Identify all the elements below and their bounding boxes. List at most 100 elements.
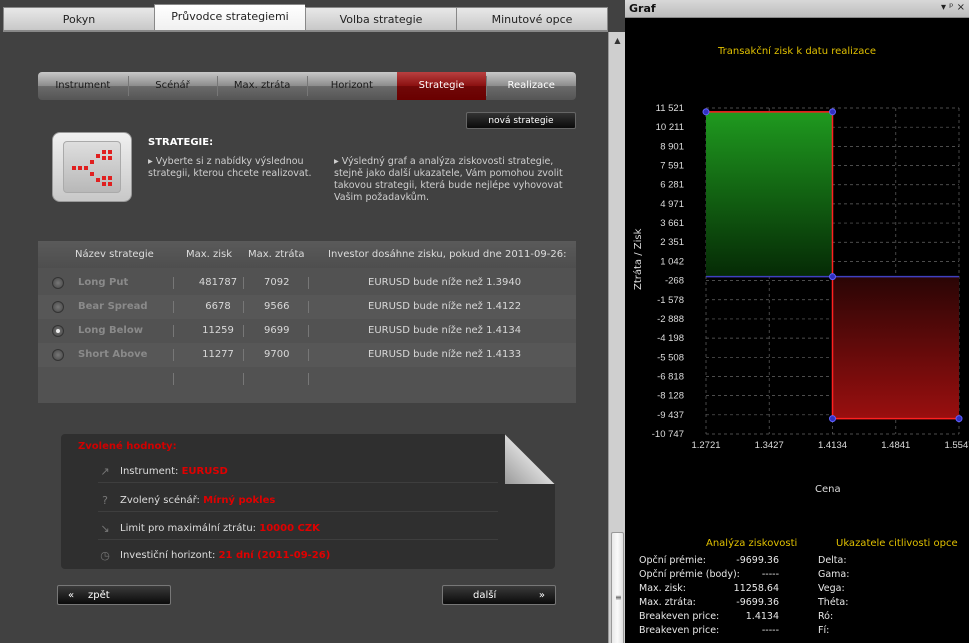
vertical-scrollbar[interactable]: ▲ ≡ [608, 32, 625, 643]
y-tick-label: -1 578 [657, 295, 684, 306]
column-separator [173, 349, 174, 361]
step-scenar[interactable]: Scénář [128, 72, 219, 100]
analysis-label: Breakeven price: [639, 625, 720, 636]
loss-area [832, 276, 959, 419]
selected-scenario: ? Zvolený scénář: Mírný pokles [98, 490, 498, 512]
cell-max-loss: 9699 [264, 325, 290, 336]
analysis-row: Max. zisk: 11258.64 Vega: [639, 583, 959, 597]
tab-minutove-opce[interactable]: Minutové opce [456, 7, 608, 31]
column-separator [308, 277, 309, 289]
sensitivity-label: Vega: [818, 583, 845, 594]
analysis-row: Opční prémie: -9699.36 Delta: [639, 555, 959, 569]
scroll-thumb[interactable]: ≡ [611, 532, 624, 643]
info2-text: Výsledný graf a analýza ziskovosti strat… [334, 156, 563, 203]
window-controls-icon[interactable]: ▾ ᵖ × [941, 2, 965, 13]
step-horizont[interactable]: Horizont [307, 72, 398, 100]
y-tick-label: -268 [665, 276, 684, 287]
gain-area [706, 111, 833, 277]
strategy-info-2: ▸ Výsledný graf a analýza ziskovosti str… [334, 156, 563, 203]
y-tick-label: -4 198 [657, 333, 684, 344]
scenario-label: Zvolený scénář: [120, 495, 200, 506]
next-button[interactable]: další » [442, 585, 556, 605]
cell-max-gain: 11277 [202, 349, 234, 360]
x-tick-label: 1.2721 [691, 440, 720, 451]
cell-condition: EURUSD bude níže než 1.4134 [368, 325, 522, 336]
y-tick-label: 11 521 [656, 103, 684, 114]
sensitivity-label: Ró: [818, 611, 834, 622]
y-tick-label: 6 281 [660, 180, 684, 191]
analysis-title: Analýza ziskovosti [706, 538, 798, 549]
scenario-value: Mírný pokles [203, 495, 276, 506]
x-tick-label: 1.4841 [881, 440, 910, 451]
strategy-radio[interactable] [52, 277, 64, 289]
cell-condition: EURUSD bude níže než 1.4122 [368, 301, 522, 312]
data-point [829, 108, 836, 116]
new-strategy-button[interactable]: nová strategie [466, 112, 576, 129]
cell-max-loss: 7092 [264, 277, 290, 288]
chart-panel: Graf ▾ ᵖ × Transakční zisk k datu realiz… [625, 0, 969, 643]
step-max-ztrata[interactable]: Max. ztráta [217, 72, 308, 100]
analysis-row: Breakeven price: 1.4134 Ró: [639, 611, 959, 625]
clock-icon: ◷ [100, 549, 110, 562]
col-condition: Investor dosáhne zisku, pokud dne 2011-0… [328, 249, 567, 260]
table-row-empty [38, 367, 576, 391]
y-tick-label: -10 747 [652, 429, 684, 440]
cell-max-gain: 6678 [205, 301, 231, 312]
table-row[interactable]: Long Put 481787 7092 EURUSD bude níže než 1… [38, 271, 576, 295]
column-separator [243, 325, 244, 337]
page-curl [505, 434, 555, 484]
cell-max-gain: 11259 [202, 325, 234, 336]
y-tick-label: -5 508 [657, 352, 684, 363]
strategy-radio[interactable] [52, 301, 64, 313]
y-tick-label: 10 211 [656, 122, 684, 133]
analysis-label: Max. ztráta: [639, 597, 696, 608]
trend-down-icon: ↘ [100, 522, 110, 535]
data-point [829, 415, 836, 423]
sensitivity-label: Delta: [818, 555, 847, 566]
analysis-label: Opční prémie (body): [639, 569, 740, 580]
column-separator [173, 325, 174, 337]
col-name: Název strategie [75, 249, 154, 260]
x-tick-label: 1.3427 [755, 440, 784, 451]
cell-max-gain: 481787 [198, 277, 238, 288]
cell-name: Short Above [78, 349, 148, 360]
grip-icon: ≡ [615, 593, 622, 602]
branch-arrows-icon [63, 141, 121, 193]
strategy-radio[interactable] [52, 349, 64, 361]
strategy-radio[interactable] [52, 325, 64, 337]
tab-pokyn[interactable]: Pokyn [3, 7, 154, 31]
step-instrument[interactable]: Instrument [38, 72, 129, 100]
tab-pruvodce-strategiemi[interactable]: Průvodce strategiemi [154, 4, 305, 31]
selected-instrument: ↗ Instrument: EURUSD [98, 461, 498, 483]
selected-values-title: Zvolené hodnoty: [78, 441, 177, 452]
main-tabs: Pokyn Průvodce strategiemi Volba strateg… [3, 4, 608, 31]
wizard-steps: Instrument Scénář Max. ztráta Horizont S… [38, 72, 576, 100]
strategy-info-1: ▸ Vyberte si z nabídky výslednou strateg… [148, 156, 312, 179]
cell-name: Bear Spread [78, 301, 148, 312]
instrument-icon: ↗ [100, 465, 110, 478]
table-row[interactable]: Long Below 11259 9699 EURUSD bude níže než … [38, 319, 576, 343]
analysis-value: -9699.36 [736, 555, 779, 566]
scroll-up-icon[interactable]: ▲ [609, 36, 626, 48]
tab-volba-strategie[interactable]: Volba strategie [305, 7, 456, 31]
instrument-label: Instrument: [120, 466, 179, 477]
strategy-wizard-panel: Pokyn Průvodce strategiemi Volba strateg… [0, 0, 625, 643]
analysis-value: 1.4134 [745, 611, 779, 622]
table-row[interactable]: Bear Spread 6678 9566 EURUSD bude níže než … [38, 295, 576, 319]
col-max-gain: Max. zisk [186, 249, 233, 260]
column-separator [308, 373, 309, 385]
selected-limit: ↘ Limit pro maximální ztrátu: 10000 CZK [98, 518, 498, 540]
cell-max-loss: 9700 [264, 349, 290, 360]
col-max-loss: Max. ztráta [248, 249, 305, 260]
data-point [955, 415, 963, 423]
back-button[interactable]: « zpět [57, 585, 171, 605]
step-realizace[interactable]: Realizace [486, 72, 576, 100]
chart-titlebar: Graf ▾ ᵖ × [625, 0, 969, 18]
y-tick-label: 3 661 [660, 218, 684, 229]
chart-panel-title: Graf [629, 2, 656, 15]
analysis-value: 11258.64 [733, 583, 779, 594]
table-row[interactable]: Short Above 11277 9700 EURUSD bude níže než… [38, 343, 576, 367]
step-strategie[interactable]: Strategie [396, 72, 488, 100]
selected-horizon: ◷ Investiční horizont: 21 dní (2011-09-2… [98, 545, 498, 567]
y-tick-label: -9 437 [657, 410, 684, 421]
